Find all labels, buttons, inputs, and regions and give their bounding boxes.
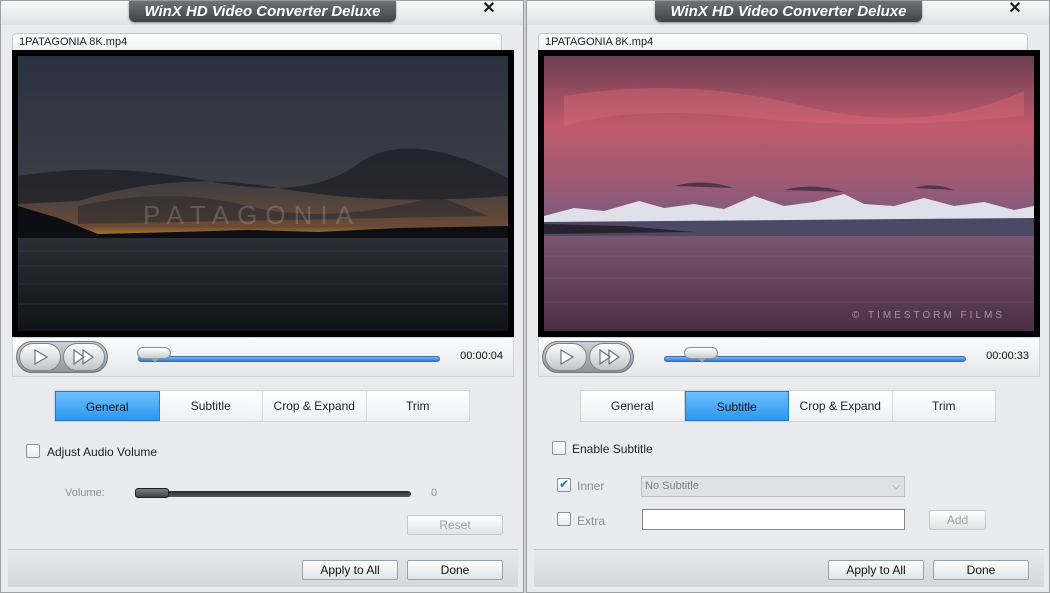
fast-forward-button[interactable]: [63, 343, 105, 371]
settings-tabs: General Subtitle Crop & Expand Trim: [54, 390, 470, 422]
apply-to-all-button[interactable]: Apply to All: [302, 560, 398, 580]
right-window: WinX HD Video Converter Deluxe ✕ 1PATAGO…: [526, 0, 1050, 593]
seek-handle[interactable]: [684, 347, 718, 363]
fast-forward-icon: [599, 348, 621, 366]
tab-general[interactable]: General: [581, 391, 685, 421]
fast-forward-button[interactable]: [589, 343, 631, 371]
done-button[interactable]: Done: [407, 560, 503, 580]
tab-crop-expand[interactable]: Crop & Expand: [263, 391, 367, 421]
file-tab[interactable]: 1PATAGONIA 8K.mp4: [12, 33, 502, 51]
apply-to-all-button[interactable]: Apply to All: [828, 560, 924, 580]
playback-controls: 00:00:04: [12, 337, 514, 377]
left-window: WinX HD Video Converter Deluxe ✕ 1PATAGO…: [0, 0, 524, 593]
volume-value: 0: [431, 487, 438, 499]
current-time: 00:00:33: [986, 350, 1029, 362]
tab-subtitle[interactable]: Subtitle: [684, 391, 789, 421]
extra-checkbox[interactable]: [557, 512, 571, 526]
close-icon[interactable]: ✕: [1007, 1, 1023, 18]
file-tab[interactable]: 1PATAGONIA 8K.mp4: [538, 33, 1028, 51]
inner-label: Inner: [577, 479, 605, 493]
seek-handle[interactable]: [137, 347, 171, 363]
tab-trim[interactable]: Trim: [367, 391, 470, 421]
window-title: WinX HD Video Converter Deluxe: [655, 1, 922, 22]
video-preview: © TIMESTORM FILMS: [538, 50, 1040, 337]
video-watermark: © TIMESTORM FILMS: [852, 310, 1005, 321]
close-icon[interactable]: ✕: [481, 1, 497, 18]
enable-subtitle-label: Enable Subtitle: [572, 442, 653, 456]
dialog-footer: Apply to All Done: [8, 549, 518, 587]
dialog-footer: Apply to All Done: [534, 549, 1044, 587]
volume-label: Volume:: [65, 487, 105, 499]
adjust-audio-label: Adjust Audio Volume: [47, 445, 158, 459]
adjust-audio-checkbox[interactable]: [26, 444, 40, 458]
done-button[interactable]: Done: [933, 560, 1029, 580]
volume-handle[interactable]: [135, 488, 169, 498]
current-time: 00:00:04: [460, 350, 503, 362]
reset-button[interactable]: Reset: [407, 515, 503, 535]
video-frame-image: PATAGONIA: [18, 56, 508, 331]
settings-tabs: General Subtitle Crop & Expand Trim: [580, 390, 996, 422]
volume-slider[interactable]: [135, 488, 411, 498]
video-preview: PATAGONIA: [12, 50, 514, 337]
subtitle-select-value: No Subtitle: [645, 480, 699, 492]
enable-subtitle-checkbox[interactable]: [552, 441, 566, 455]
video-frame-image: © TIMESTORM FILMS: [544, 56, 1034, 331]
playback-controls: 00:00:33: [538, 337, 1040, 377]
play-icon: [560, 348, 575, 366]
inner-checkbox[interactable]: [557, 477, 571, 492]
play-button[interactable]: [19, 343, 61, 371]
tab-subtitle[interactable]: Subtitle: [160, 391, 263, 421]
subtitle-select[interactable]: No Subtitle ⌵: [641, 476, 905, 497]
title-bar: WinX HD Video Converter Deluxe ✕: [527, 1, 1049, 25]
tab-trim[interactable]: Trim: [893, 391, 996, 421]
playback-button-group: [16, 341, 108, 373]
seek-bar[interactable]: [664, 347, 966, 363]
play-icon: [34, 348, 49, 366]
window-title: WinX HD Video Converter Deluxe: [129, 1, 396, 22]
tab-crop-expand[interactable]: Crop & Expand: [789, 391, 893, 421]
fast-forward-icon: [73, 348, 95, 366]
title-bar: WinX HD Video Converter Deluxe ✕: [1, 1, 523, 25]
tab-general[interactable]: General: [55, 391, 160, 421]
playback-button-group: [542, 341, 634, 373]
add-button[interactable]: Add: [929, 510, 986, 530]
extra-label: Extra: [577, 514, 606, 528]
seek-bar[interactable]: [137, 347, 440, 363]
extra-subtitle-input[interactable]: [642, 509, 905, 530]
chevron-down-icon: ⌵: [892, 481, 900, 492]
video-watermark: PATAGONIA: [143, 200, 361, 230]
play-button[interactable]: [545, 343, 587, 371]
